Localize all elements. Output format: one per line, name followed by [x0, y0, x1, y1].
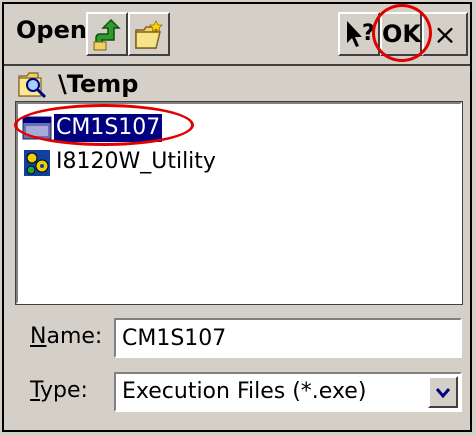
help-button[interactable]: ? [338, 12, 380, 56]
title-bar: Open ? OK × [4, 4, 470, 66]
name-label: Name: [30, 324, 102, 349]
name-label-accesskey: N [30, 324, 47, 349]
folder-search-icon [18, 72, 47, 99]
help-pointer-icon: ? [347, 21, 375, 47]
type-select[interactable]: Execution Files (*.exe) [114, 372, 462, 412]
chevron-down-icon [435, 388, 451, 399]
ok-button[interactable]: OK [380, 12, 422, 56]
up-folder-icon [93, 18, 121, 51]
close-icon: × [433, 18, 457, 51]
close-button[interactable]: × [422, 12, 468, 56]
name-row: Name: [16, 318, 466, 358]
file-item-cm1s107[interactable]: CM1S107 [20, 112, 440, 144]
type-label: Type: [30, 378, 88, 403]
ok-label: OK [382, 20, 421, 48]
name-label-text: ame: [46, 324, 103, 349]
exe-file-icon [22, 116, 52, 140]
type-label-accesskey: T [30, 378, 41, 403]
file-list[interactable]: CM1S107 I8120W_Utility [15, 101, 463, 305]
open-dialog: Open ? OK × \Temp CM1S107 I8120W_Utility… [2, 2, 472, 432]
svg-text:?: ? [362, 21, 375, 46]
dialog-title: Open [16, 16, 87, 44]
type-row: Type: Execution Files (*.exe) [16, 372, 466, 412]
type-label-text: ype: [40, 378, 88, 403]
type-dropdown-button[interactable] [428, 376, 458, 408]
path-label: \Temp [58, 70, 139, 98]
file-item-i8120w-utility[interactable]: I8120W_Utility [20, 146, 440, 178]
type-select-value: Execution Files (*.exe) [122, 379, 367, 404]
file-item-label: CM1S107 [54, 114, 163, 142]
utility-app-icon [24, 150, 50, 176]
up-folder-button[interactable] [86, 12, 128, 56]
name-input[interactable] [114, 318, 462, 358]
title-divider [4, 64, 470, 66]
new-folder-button[interactable] [128, 12, 170, 56]
new-folder-icon [135, 20, 163, 49]
file-item-label: I8120W_Utility [56, 149, 216, 174]
